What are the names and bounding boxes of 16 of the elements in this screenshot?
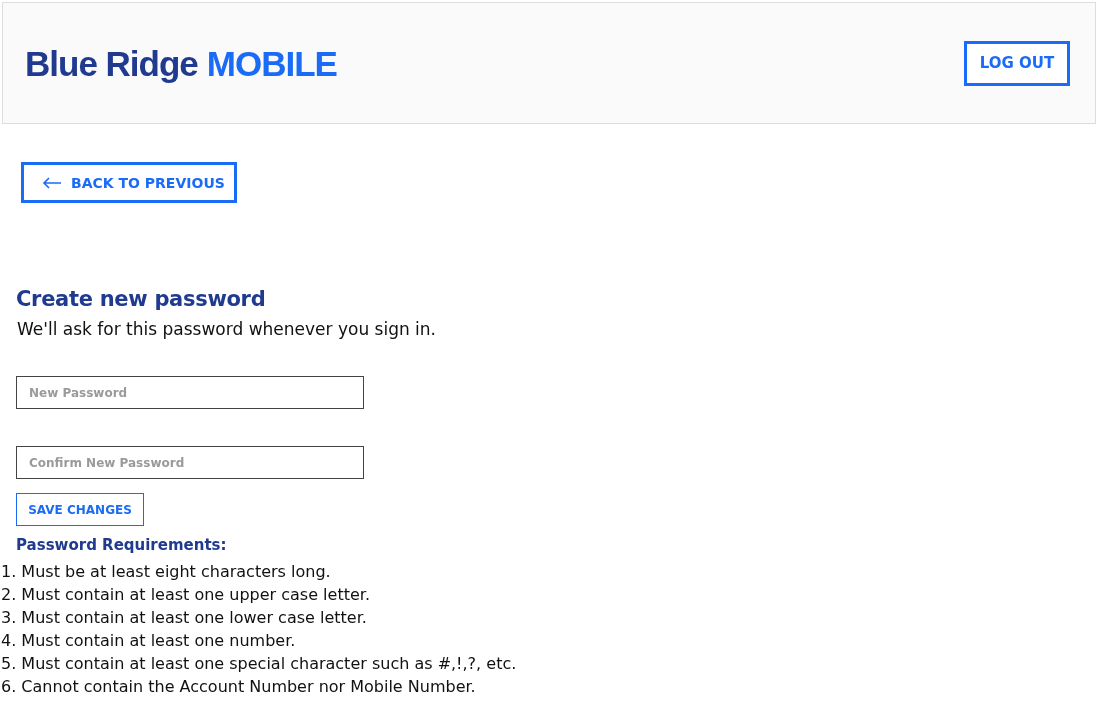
requirement-item: 2. Must contain at least one upper case letter. bbox=[0, 584, 371, 606]
logo[interactable]: Blue Ridge MOBILE bbox=[25, 44, 337, 84]
save-button[interactable]: SAVE CHANGES bbox=[16, 493, 144, 526]
arrow-left-icon bbox=[42, 176, 62, 189]
requirement-item: 5. Must contain at least one special character such as #,!,?, etc. bbox=[0, 653, 518, 675]
password-field[interactable]: Confirm New Password bbox=[16, 446, 364, 479]
requirements-title: Password Requirements: bbox=[16, 536, 228, 554]
logout-button[interactable]: LOG OUT bbox=[964, 40, 1070, 86]
requirement-item: 1. Must be at least eight characters long. bbox=[0, 561, 332, 583]
back-button[interactable]: BACK TO PREVIOUS bbox=[21, 162, 237, 203]
password-field[interactable]: New Password bbox=[16, 376, 364, 409]
requirement-item: 3. Must contain at least one lower case letter. bbox=[0, 607, 368, 629]
requirement-item: 6. Cannot contain the Account Number nor Mobile Number. bbox=[0, 676, 477, 698]
page-subtitle: We'll ask for this password whenever you sign in. bbox=[17, 319, 437, 339]
requirement-item: 4. Must contain at least one number. bbox=[0, 630, 297, 652]
page-title: Create new password bbox=[16, 287, 267, 311]
